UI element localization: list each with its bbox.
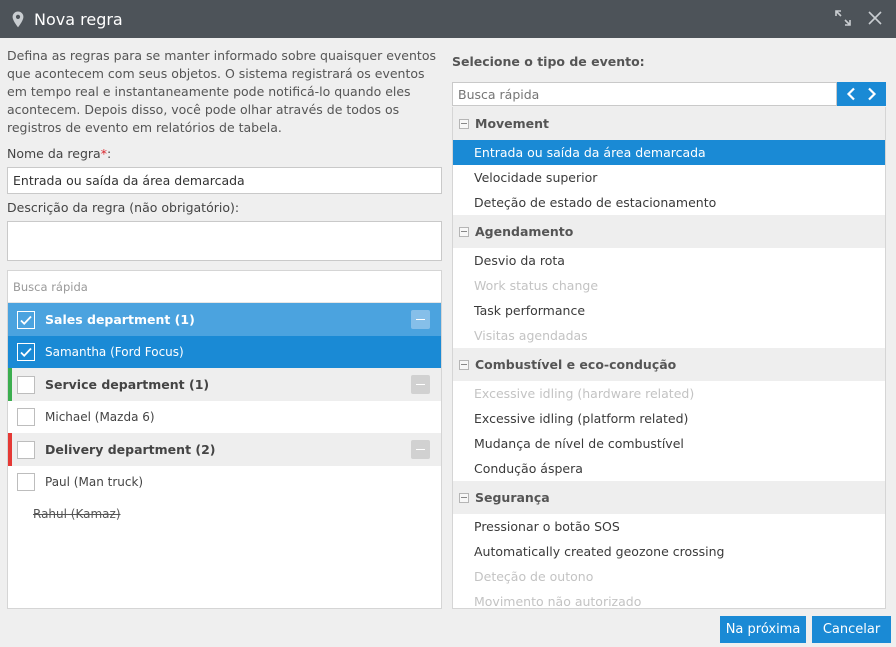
- group-name: Delivery department (2): [45, 442, 216, 457]
- event-type-label: Selecione o tipo de evento:: [452, 54, 645, 69]
- object-item[interactable]: Paul (Man truck): [8, 466, 441, 498]
- title-bar: Nova regra: [0, 0, 896, 38]
- objects-panel: Busca rápida Sales department (1) Samant…: [7, 270, 442, 609]
- event-item[interactable]: Automatically created geozone crossing: [453, 539, 885, 564]
- object-name: Samantha (Ford Focus): [45, 345, 184, 359]
- event-item-disabled: Excessive idling (hardware related): [453, 381, 885, 406]
- group-name: Service department (1): [45, 377, 210, 392]
- collapse-icon[interactable]: [411, 440, 430, 459]
- group-color-bar: [8, 433, 12, 466]
- window-title: Nova regra: [34, 9, 123, 29]
- object-item[interactable]: Samantha (Ford Focus): [8, 336, 441, 368]
- group-delivery-department[interactable]: Delivery department (2): [8, 433, 441, 466]
- group-service-department[interactable]: Service department (1): [8, 368, 441, 401]
- collapse-icon[interactable]: [459, 359, 469, 370]
- object-checkbox[interactable]: [17, 408, 35, 426]
- group-sales-department[interactable]: Sales department (1): [8, 303, 441, 336]
- rule-name-label: Nome da regra*:: [7, 146, 112, 161]
- group-color-bar: [8, 368, 12, 401]
- group-name: Sales department (1): [45, 312, 195, 327]
- collapse-icon[interactable]: [459, 226, 469, 237]
- event-item-disabled: Work status change: [453, 273, 885, 298]
- group-color-bar: [8, 303, 12, 336]
- category-seguranca[interactable]: Segurança: [453, 481, 885, 514]
- event-item[interactable]: Velocidade superior: [453, 165, 885, 190]
- event-item[interactable]: Mudança de nível de combustível: [453, 431, 885, 456]
- category-name: Agendamento: [475, 224, 574, 239]
- group-checkbox[interactable]: [17, 440, 35, 459]
- close-icon[interactable]: [866, 9, 884, 27]
- object-checkbox[interactable]: [17, 343, 35, 361]
- event-item-selected[interactable]: Entrada ou saída da área demarcada: [453, 140, 885, 165]
- event-item[interactable]: Deteção de estado de estacionamento: [453, 190, 885, 215]
- group-checkbox[interactable]: [17, 310, 35, 329]
- rule-description-input[interactable]: [7, 221, 442, 261]
- collapse-icon[interactable]: [459, 492, 469, 503]
- collapse-icon[interactable]: [459, 118, 469, 129]
- rule-description-text: Defina as regras para se manter informad…: [7, 48, 436, 135]
- category-name: Movement: [475, 116, 550, 131]
- category-agendamento[interactable]: Agendamento: [453, 215, 885, 248]
- events-nav: [837, 82, 886, 106]
- object-name: Michael (Mazda 6): [45, 410, 155, 424]
- object-item[interactable]: Michael (Mazda 6): [8, 401, 441, 433]
- event-item[interactable]: Pressionar o botão SOS: [453, 514, 885, 539]
- category-combustivel[interactable]: Combustível e eco-condução: [453, 348, 885, 381]
- chevron-right-icon[interactable]: [864, 86, 880, 102]
- cancel-button[interactable]: Cancelar: [812, 616, 891, 643]
- chevron-left-icon[interactable]: [843, 86, 859, 102]
- rule-name-input[interactable]: [7, 167, 442, 194]
- event-item[interactable]: Desvio da rota: [453, 248, 885, 273]
- collapse-icon[interactable]: [411, 375, 430, 394]
- events-panel: Movement Entrada ou saída da área demarc…: [452, 107, 886, 609]
- next-button[interactable]: Na próxima: [720, 616, 806, 643]
- rule-description-label: Descrição da regra (não obrigatório):: [7, 200, 240, 215]
- event-item-disabled: Movimento não autorizado: [453, 589, 885, 608]
- event-item[interactable]: Excessive idling (platform related): [453, 406, 885, 431]
- object-name: Paul (Man truck): [45, 475, 144, 489]
- event-item[interactable]: Task performance: [453, 298, 885, 323]
- object-checkbox[interactable]: [17, 473, 35, 491]
- object-item-disabled: Rahul (Kamaz): [8, 498, 441, 530]
- category-name: Combustível e eco-condução: [475, 357, 677, 372]
- event-item-disabled: Deteção de outono: [453, 564, 885, 589]
- maximize-icon[interactable]: [834, 9, 852, 27]
- object-name: Rahul (Kamaz): [33, 507, 121, 521]
- category-movement[interactable]: Movement: [453, 107, 885, 140]
- event-item-disabled: Visitas agendadas: [453, 323, 885, 348]
- group-checkbox[interactable]: [17, 375, 35, 394]
- objects-search-input[interactable]: Busca rápida: [8, 271, 441, 303]
- location-pin-icon: [12, 10, 26, 28]
- collapse-icon[interactable]: [411, 310, 430, 329]
- events-search-input[interactable]: [452, 82, 837, 106]
- event-item[interactable]: Condução áspera: [453, 456, 885, 481]
- category-name: Segurança: [475, 490, 550, 505]
